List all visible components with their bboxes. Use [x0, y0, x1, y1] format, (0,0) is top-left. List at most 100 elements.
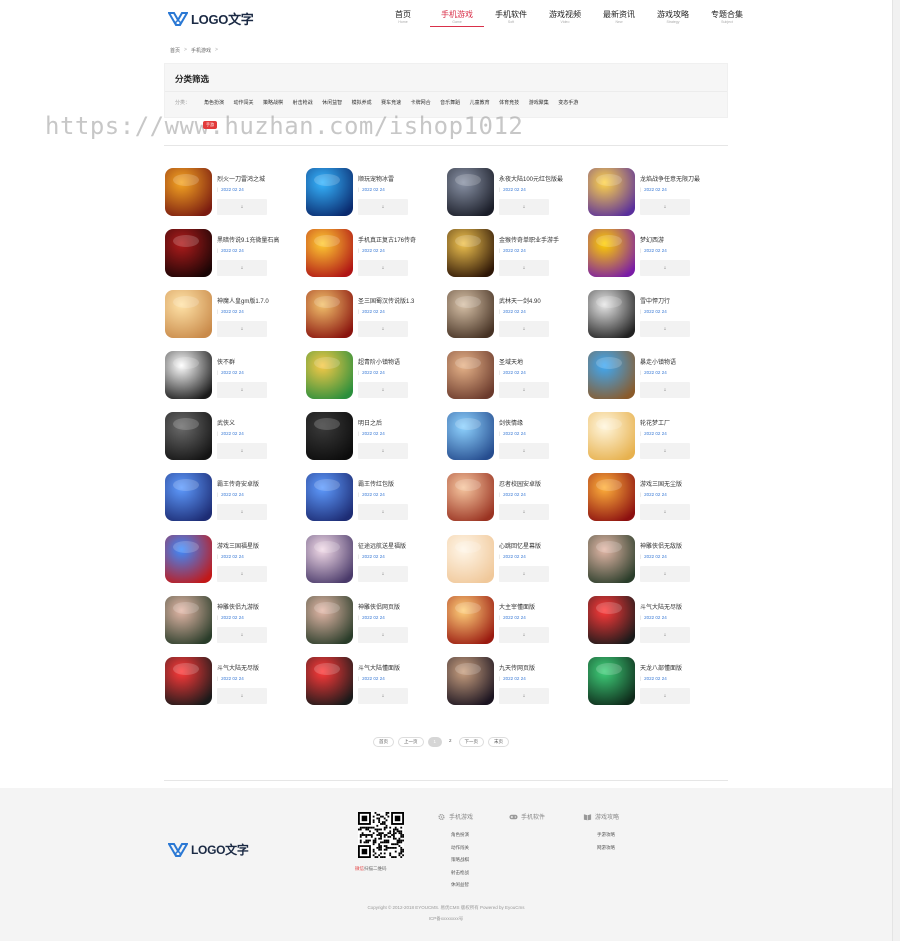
game-name[interactable]: 游戏三国无尘版: [640, 479, 728, 488]
game-icon[interactable]: [588, 290, 635, 339]
filter-option[interactable]: 角色扮演: [204, 99, 224, 106]
game-name[interactable]: 黑暗传说9.1充微量石高: [217, 235, 305, 244]
game-name[interactable]: 轮花梦工厂: [640, 418, 728, 427]
game-icon[interactable]: [165, 473, 212, 522]
game-name[interactable]: 霸王传奇安卓版: [217, 479, 305, 488]
download-button[interactable]: ↓: [640, 443, 690, 460]
game-icon[interactable]: [447, 473, 494, 522]
download-button[interactable]: ↓: [217, 260, 267, 277]
footer-col-title[interactable]: 手机软件: [509, 812, 545, 821]
game-card[interactable]: 游戏三国福星版 | 2022 02 24 ↓: [164, 534, 305, 596]
game-icon[interactable]: [306, 168, 353, 216]
game-card[interactable]: 超青阶小镇物语 | 2022 02 24 ↓: [305, 351, 446, 412]
game-card[interactable]: 霸王传红包版 | 2022 02 24 ↓: [305, 473, 446, 534]
game-name[interactable]: 永夜大陆100元红包版最: [499, 174, 587, 183]
game-name[interactable]: 金猴传奇单职业手游手: [499, 235, 587, 244]
game-icon[interactable]: [165, 229, 212, 278]
filter-option[interactable]: 音乐舞蹈: [440, 99, 460, 106]
game-icon[interactable]: [588, 534, 635, 583]
game-name[interactable]: 圣三国蜀汉传说版1.3: [358, 296, 446, 305]
game-icon[interactable]: [165, 412, 212, 461]
download-button[interactable]: ↓: [217, 565, 267, 582]
nav-item-3[interactable]: 游戏视频 Video: [538, 10, 592, 27]
game-name[interactable]: 游戏三国福星版: [217, 541, 305, 550]
footer-logo[interactable]: LOGO文字: [168, 841, 249, 858]
download-button[interactable]: ↓: [640, 321, 690, 338]
game-card[interactable]: 斗气大陆无尽版 | 2022 02 24 ↓: [164, 656, 305, 718]
game-card[interactable]: 手机真正复古176传奇 | 2022 02 24 ↓: [305, 229, 446, 290]
game-card[interactable]: 九天传网页版 | 2022 02 24 ↓: [446, 656, 587, 718]
download-button[interactable]: ↓: [640, 382, 690, 399]
download-button[interactable]: ↓: [640, 504, 690, 521]
game-card[interactable]: 永夜大陆100元红包版最 | 2022 02 24 ↓: [446, 168, 587, 229]
breadcrumb-home[interactable]: 首页: [170, 47, 180, 54]
game-card[interactable]: 斗气大陆无尽版 | 2022 02 24 ↓: [587, 595, 728, 657]
download-button[interactable]: ↓: [499, 260, 549, 277]
download-button[interactable]: ↓: [499, 382, 549, 399]
game-name[interactable]: 剑侠情缘: [499, 418, 587, 427]
footer-link[interactable]: 网游攻略: [597, 842, 619, 855]
game-card[interactable]: 天龙八部懂面版 | 2022 02 24 ↓: [587, 656, 728, 718]
game-icon[interactable]: [165, 534, 212, 583]
filter-option[interactable]: 赛车竞速: [381, 99, 401, 106]
download-button[interactable]: ↓: [499, 321, 549, 338]
game-name[interactable]: 武林天一剑4.90: [499, 296, 587, 305]
game-name[interactable]: 龙焰战争任意无限刀最: [640, 174, 728, 183]
game-icon[interactable]: [447, 290, 494, 339]
game-card[interactable]: 神魔人皇gm版1.7.0 | 2022 02 24 ↓: [164, 290, 305, 351]
game-name[interactable]: 超青阶小镇物语: [358, 357, 446, 366]
filter-option[interactable]: 休闲益智: [322, 99, 342, 106]
download-button[interactable]: ↓: [358, 504, 408, 521]
page-scrollbar[interactable]: [892, 0, 900, 941]
filter-option[interactable]: 策略战棋: [263, 99, 283, 106]
nav-item-6[interactable]: 专题合集 Subject: [700, 10, 754, 27]
download-button[interactable]: ↓: [217, 626, 267, 643]
filter-option[interactable]: 模拟养成: [352, 99, 372, 106]
game-name[interactable]: 暴走小镇物语: [640, 357, 728, 366]
pager-first-button[interactable]: 首页: [373, 737, 394, 747]
nav-item-0[interactable]: 首页 Home: [376, 10, 430, 27]
game-icon[interactable]: [588, 412, 635, 461]
game-name[interactable]: 神魔人皇gm版1.7.0: [217, 296, 305, 305]
filter-option[interactable]: 射击枪战: [293, 99, 313, 106]
pager-prev-button[interactable]: 上一页: [398, 737, 424, 747]
game-icon[interactable]: [588, 473, 635, 522]
game-name[interactable]: 雪中悍刀行: [640, 296, 728, 305]
download-button[interactable]: ↓: [358, 565, 408, 582]
filter-option[interactable]: 动作闯关: [234, 99, 254, 106]
game-card[interactable]: 忍者校园安卓版 | 2022 02 24 ↓: [446, 473, 587, 534]
game-name[interactable]: 梦幻西游: [640, 235, 728, 244]
game-name[interactable]: 斗气大陆无尽版: [640, 602, 728, 611]
pager-last-button[interactable]: 末页: [488, 737, 510, 747]
game-card[interactable]: 雪中悍刀行 | 2022 02 24 ↓: [587, 290, 728, 351]
game-name[interactable]: 征途远航送星福版: [358, 541, 446, 550]
nav-item-5[interactable]: 游戏攻略 Strategy: [646, 10, 700, 27]
download-button[interactable]: ↓: [358, 443, 408, 460]
breadcrumb-current[interactable]: 手机游戏: [191, 47, 211, 54]
site-logo[interactable]: LOGO文字: [168, 9, 254, 28]
game-card[interactable]: 游戏三国无尘版 | 2022 02 24 ↓: [587, 473, 728, 534]
footer-link[interactable]: 策略战棋: [451, 854, 473, 867]
game-card[interactable]: 心跳回忆星幕版 | 2022 02 24 ↓: [446, 534, 587, 596]
download-button[interactable]: ↓: [217, 321, 267, 338]
filter-option[interactable]: 变态手游: [558, 99, 578, 106]
footer-col-title[interactable]: 游戏攻略: [583, 812, 619, 821]
download-button[interactable]: ↓: [640, 565, 690, 582]
game-icon[interactable]: [306, 351, 353, 400]
game-icon[interactable]: [447, 595, 494, 644]
game-icon[interactable]: [165, 290, 212, 339]
game-icon[interactable]: [306, 595, 353, 644]
game-name[interactable]: 手机真正复古176传奇: [358, 235, 446, 244]
game-icon[interactable]: [447, 534, 494, 583]
footer-link[interactable]: 射击枪战: [451, 867, 473, 880]
download-button[interactable]: ↓: [499, 565, 549, 582]
nav-item-1[interactable]: 手机游戏 Game: [430, 10, 484, 27]
download-button[interactable]: ↓: [640, 687, 690, 704]
game-card[interactable]: 神雕侠侣无敌版 | 2022 02 24 ↓: [587, 534, 728, 596]
game-icon[interactable]: [165, 351, 212, 400]
game-card[interactable]: 武林天一剑4.90 | 2022 02 24 ↓: [446, 290, 587, 351]
game-icon[interactable]: [447, 351, 494, 400]
footer-link[interactable]: 手游攻略: [597, 829, 619, 842]
download-button[interactable]: ↓: [358, 626, 408, 643]
download-button[interactable]: ↓: [358, 199, 408, 215]
